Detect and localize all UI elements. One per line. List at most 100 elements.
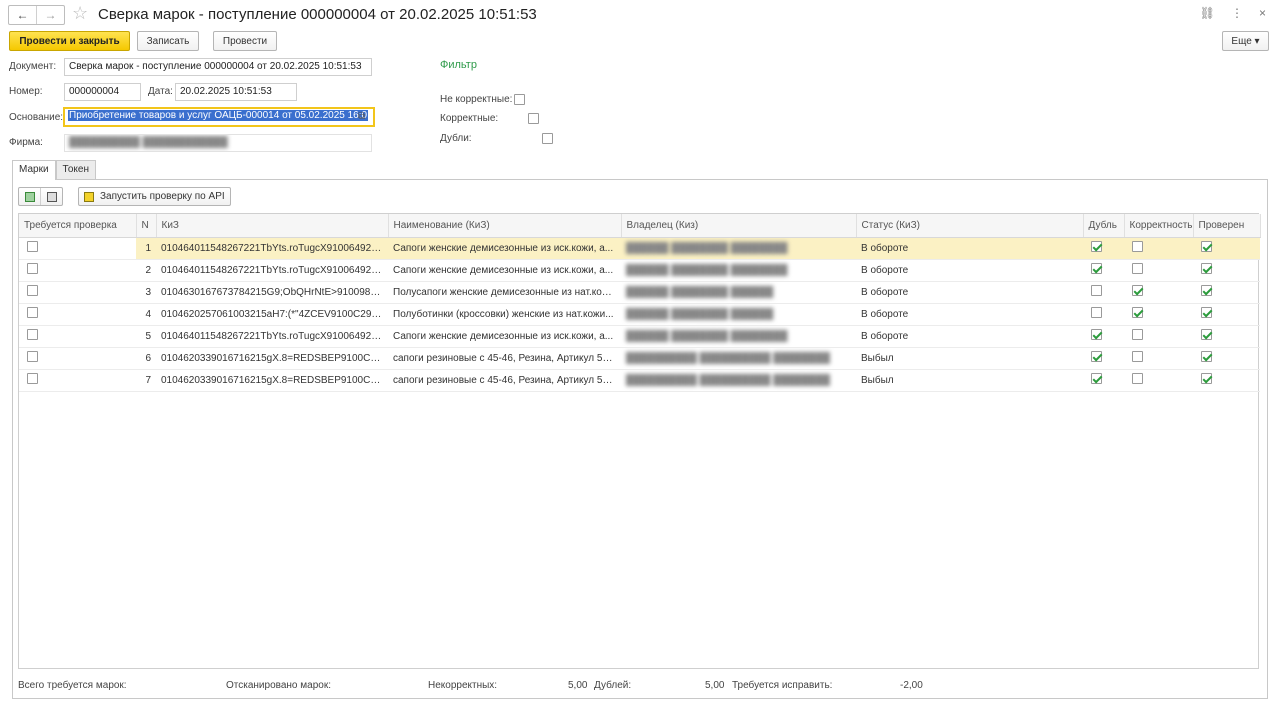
correct-checkbox[interactable] bbox=[1132, 263, 1143, 274]
verified-checkbox[interactable] bbox=[1201, 285, 1212, 296]
col-n[interactable]: N bbox=[136, 214, 157, 238]
number-field[interactable]: 000000004 bbox=[64, 83, 141, 101]
verified-checkbox[interactable] bbox=[1201, 373, 1212, 384]
col-dupe[interactable]: Дубль bbox=[1083, 214, 1125, 238]
col-verified[interactable]: Проверен bbox=[1193, 214, 1261, 238]
table-header: Требуется проверка N КиЗ Наименование (К… bbox=[19, 214, 1261, 238]
check-required-checkbox[interactable] bbox=[27, 329, 38, 340]
basis-field-value: Приобретение товаров и услуг ОАЦБ-000014… bbox=[68, 110, 369, 121]
col-kiz[interactable]: КиЗ bbox=[156, 214, 389, 238]
filter-correct-label: Корректные: bbox=[440, 113, 499, 124]
tab-marks[interactable]: Марки bbox=[12, 160, 56, 180]
table-row[interactable]: 7 0104620339016716215gX.8=REDSBEP9100C29.… bbox=[19, 369, 1260, 392]
dupe-cell bbox=[1083, 303, 1124, 326]
col-correct[interactable]: Корректность bbox=[1124, 214, 1194, 238]
owner-value: ██████ ████████ ████████ bbox=[626, 330, 788, 342]
dupe-checkbox[interactable] bbox=[1091, 285, 1102, 296]
dupe-checkbox[interactable] bbox=[1091, 373, 1102, 384]
check-required-checkbox[interactable] bbox=[27, 373, 38, 384]
save-button[interactable]: Записать bbox=[137, 31, 199, 51]
table-row[interactable]: 5 010464011548267221TbYts.roTugcX91006492… bbox=[19, 325, 1260, 348]
basis-field[interactable]: Приобретение товаров и услуг ОАЦБ-000014… bbox=[63, 107, 375, 127]
name-cell: Полусапоги женские демисезонные из нат.к… bbox=[388, 281, 621, 304]
forward-arrow-icon[interactable]: → bbox=[36, 6, 64, 24]
tab-token[interactable]: Токен bbox=[55, 160, 96, 179]
date-field[interactable]: 20.02.2025 10:51:53 bbox=[175, 83, 297, 101]
check-required-checkbox[interactable] bbox=[27, 307, 38, 318]
correct-checkbox[interactable] bbox=[1132, 351, 1143, 362]
document-field[interactable]: Сверка марок - поступление 000000004 от … bbox=[64, 58, 372, 76]
correct-checkbox[interactable] bbox=[1132, 307, 1143, 318]
check-all-icon[interactable] bbox=[19, 188, 41, 205]
link-icon[interactable]: ⛓ bbox=[1200, 5, 1215, 21]
window-controls: ⛓ ⋮ × bbox=[1200, 5, 1266, 21]
dupe-checkbox[interactable] bbox=[1091, 263, 1102, 274]
check-required-checkbox[interactable] bbox=[27, 351, 38, 362]
check-required-cell bbox=[19, 347, 136, 370]
name-cell: Сапоги женские демисезонные из иск.кожи,… bbox=[388, 325, 621, 348]
check-required-checkbox[interactable] bbox=[27, 241, 38, 252]
post-button[interactable]: Провести bbox=[213, 31, 277, 51]
check-required-checkbox[interactable] bbox=[27, 285, 38, 296]
table-row[interactable]: 1 010464011548267221TbYts.roTugcX91006492… bbox=[19, 237, 1260, 260]
open-link-icon[interactable]: ⧉ bbox=[358, 110, 365, 124]
close-icon[interactable]: × bbox=[1259, 5, 1266, 21]
owner-value: ██████ ████████ ██████ bbox=[626, 286, 774, 298]
dupe-checkbox[interactable] bbox=[1091, 329, 1102, 340]
filter-incorrect-checkbox[interactable] bbox=[514, 94, 525, 105]
verified-checkbox[interactable] bbox=[1201, 351, 1212, 362]
col-check-required[interactable]: Требуется проверка bbox=[19, 214, 137, 238]
dupe-cell bbox=[1083, 325, 1124, 348]
correct-cell bbox=[1124, 369, 1193, 392]
col-owner[interactable]: Владелец (Киз) bbox=[621, 214, 857, 238]
back-arrow-icon[interactable]: ← bbox=[9, 6, 36, 24]
favorite-star-icon[interactable]: ☆ bbox=[72, 3, 88, 23]
name-cell: Полуботинки (кроссовки) женские из нат.к… bbox=[388, 303, 621, 326]
verified-cell bbox=[1193, 369, 1260, 392]
name-cell: Сапоги женские демисезонные из иск.кожи,… bbox=[388, 259, 621, 282]
post-and-close-button[interactable]: Провести и закрыть bbox=[9, 31, 130, 51]
verified-checkbox[interactable] bbox=[1201, 263, 1212, 274]
verified-cell bbox=[1193, 347, 1260, 370]
basis-label: Основание: bbox=[9, 112, 64, 123]
filter-correct-checkbox[interactable] bbox=[527, 113, 539, 124]
status-cell: Выбыл bbox=[856, 347, 1083, 370]
run-api-check-button[interactable]: Запустить проверку по API bbox=[78, 187, 231, 206]
check-required-checkbox[interactable] bbox=[27, 263, 38, 274]
owner-value: ██████ ████████ ██████ bbox=[626, 308, 774, 320]
dupe-checkbox[interactable] bbox=[1091, 241, 1102, 252]
more-menu-button[interactable]: Еще ▾ bbox=[1222, 31, 1269, 51]
filter-dupes-checkbox[interactable] bbox=[541, 133, 553, 144]
check-required-cell bbox=[19, 259, 136, 282]
filter-dupes-label: Дубли: bbox=[440, 133, 472, 144]
check-required-cell bbox=[19, 281, 136, 304]
firm-field[interactable]: ██████████ ████████████ bbox=[64, 134, 372, 152]
firm-label: Фирма: bbox=[9, 137, 43, 148]
table-row[interactable]: 4 0104620257061003215aH7:(*"4ZCEV9100C292… bbox=[19, 303, 1260, 326]
tab-bar: Марки Токен bbox=[12, 160, 96, 180]
owner-cell: ██████ ████████ ████████ bbox=[621, 237, 856, 260]
kiz-cell: 0104630167673784215G9;ObQHrNtE>91009892.… bbox=[156, 281, 388, 304]
to-fix-label: Требуется исправить: bbox=[732, 680, 833, 691]
verified-cell bbox=[1193, 281, 1260, 304]
table-row[interactable]: 6 0104620339016716215gX.8=REDSBEP9100C29.… bbox=[19, 347, 1260, 370]
dupe-checkbox[interactable] bbox=[1091, 307, 1102, 318]
col-name[interactable]: Наименование (КиЗ) bbox=[388, 214, 622, 238]
scanned-label: Отсканировано марок: bbox=[226, 680, 331, 691]
col-status[interactable]: Статус (КиЗ) bbox=[856, 214, 1084, 238]
correct-cell bbox=[1124, 303, 1193, 326]
table-row[interactable]: 3 0104630167673784215G9;ObQHrNtE>91009892… bbox=[19, 281, 1260, 304]
dupe-cell bbox=[1083, 281, 1124, 304]
correct-checkbox[interactable] bbox=[1132, 373, 1143, 384]
verified-checkbox[interactable] bbox=[1201, 307, 1212, 318]
correct-checkbox[interactable] bbox=[1132, 241, 1143, 252]
more-vertical-icon[interactable]: ⋮ bbox=[1231, 5, 1243, 21]
correct-checkbox[interactable] bbox=[1132, 329, 1143, 340]
dupe-checkbox[interactable] bbox=[1091, 351, 1102, 362]
owner-value: ██████████ ██████████ ████████ bbox=[626, 374, 830, 386]
verified-checkbox[interactable] bbox=[1201, 241, 1212, 252]
uncheck-all-icon[interactable] bbox=[41, 188, 62, 205]
verified-checkbox[interactable] bbox=[1201, 329, 1212, 340]
correct-checkbox[interactable] bbox=[1132, 285, 1143, 296]
table-row[interactable]: 2 010464011548267221TbYts.roTugcX91006492… bbox=[19, 259, 1260, 282]
